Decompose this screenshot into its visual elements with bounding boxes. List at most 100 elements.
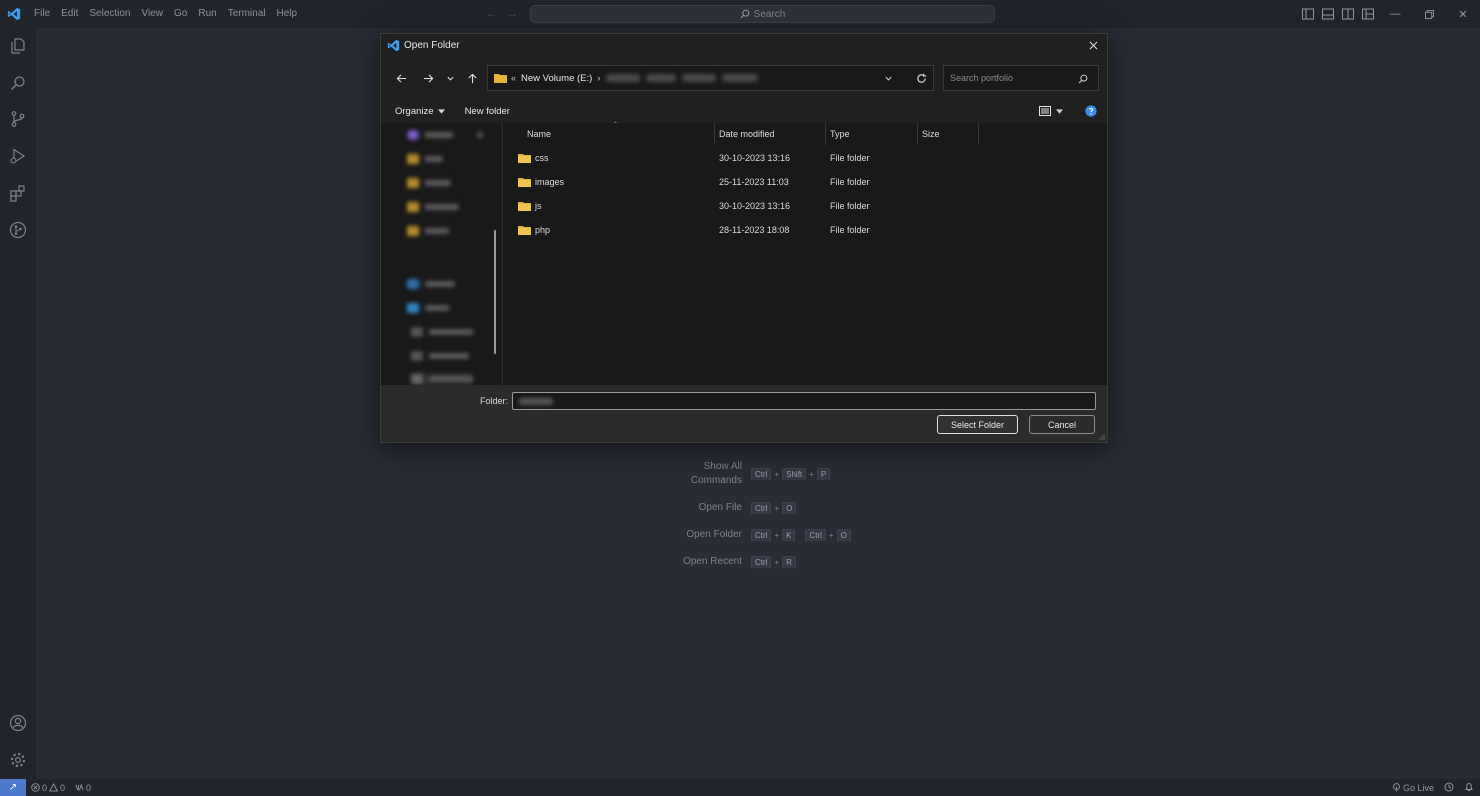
file-row[interactable]: php 28-11-2023 18:08 File folder xyxy=(503,219,1108,241)
dialog-nav-buttons xyxy=(389,66,484,90)
menu-item-go[interactable]: Go xyxy=(170,0,194,28)
column-header-type[interactable]: Type xyxy=(826,123,918,145)
shortcut-label[interactable]: Open Recent xyxy=(560,555,751,569)
restore-icon[interactable] xyxy=(1412,0,1446,28)
remote-indicator-icon[interactable]: ↗ xyxy=(0,779,26,796)
go-back-icon[interactable]: ← xyxy=(486,8,497,20)
folder-name-input[interactable] xyxy=(512,392,1096,410)
details-view-icon xyxy=(1039,106,1051,116)
nav-item[interactable] xyxy=(407,177,451,189)
search-box[interactable] xyxy=(943,65,1099,91)
toggle-secondary-sidebar-icon[interactable] xyxy=(1338,0,1358,28)
go-live-button[interactable]: Go Live xyxy=(1392,783,1434,793)
nav-item[interactable] xyxy=(411,326,473,338)
nav-item[interactable] xyxy=(407,201,459,213)
nav-item[interactable] xyxy=(407,302,449,314)
keycap: O xyxy=(782,501,797,515)
search-input[interactable] xyxy=(950,73,1070,83)
dialog-close-icon[interactable] xyxy=(1085,37,1101,53)
nav-item[interactable] xyxy=(407,278,455,290)
close-window-icon[interactable]: ✕ xyxy=(1446,0,1480,28)
refresh-icon[interactable] xyxy=(908,65,934,91)
shortcut-label[interactable]: Open Folder xyxy=(560,528,751,542)
menu-item-selection[interactable]: Selection xyxy=(85,0,137,28)
menu-item-file[interactable]: File xyxy=(30,0,57,28)
search-icon xyxy=(740,9,749,19)
run-debug-icon[interactable] xyxy=(0,138,36,174)
menu-item-help[interactable]: Help xyxy=(273,0,305,28)
help-icon[interactable] xyxy=(1085,105,1097,117)
customize-layout-icon[interactable] xyxy=(1358,0,1378,28)
key-plus: + xyxy=(774,503,780,513)
nav-item[interactable] xyxy=(407,153,443,165)
file-name: css xyxy=(535,153,549,163)
column-header-name[interactable]: Name ˆ xyxy=(503,121,715,145)
key-plus: + xyxy=(774,557,780,567)
git-graph-icon[interactable] xyxy=(0,212,36,248)
file-row[interactable]: css 30-10-2023 13:16 File folder xyxy=(503,147,1108,169)
command-center-search[interactable]: Search xyxy=(530,5,995,23)
go-forward-icon[interactable]: → xyxy=(507,8,518,20)
cancel-button[interactable]: Cancel xyxy=(1029,415,1095,434)
address-dropdown-chevron-icon[interactable] xyxy=(884,74,893,83)
file-row[interactable]: js 30-10-2023 13:16 File folder xyxy=(503,195,1108,217)
accounts-icon[interactable] xyxy=(0,705,36,741)
extensions-icon[interactable] xyxy=(0,175,36,211)
address-bar[interactable]: « New Volume (E:) › xyxy=(487,65,934,91)
organize-button[interactable]: Organize xyxy=(389,106,451,117)
navigation-pane[interactable] xyxy=(381,123,501,385)
shortcut-label[interactable]: Open File xyxy=(560,501,751,515)
toggle-panel-icon[interactable] xyxy=(1318,0,1338,28)
ports-status[interactable]: 0 xyxy=(70,783,96,793)
new-folder-button[interactable]: New folder xyxy=(459,106,516,117)
column-header-size[interactable]: Size xyxy=(918,123,979,145)
nav-item[interactable] xyxy=(407,225,449,237)
menu-item-run[interactable]: Run xyxy=(194,0,223,28)
status-right: Go Live xyxy=(1392,779,1474,796)
column-header-date[interactable]: Date modified xyxy=(715,123,826,145)
file-row[interactable]: images 25-11-2023 11:03 File folder xyxy=(503,171,1108,193)
manage-gear-icon[interactable] xyxy=(0,742,36,778)
open-folder-dialog: Open Folder « New Volume (E:) › Search p… xyxy=(380,33,1108,443)
overflow-chevron-icon[interactable]: « xyxy=(511,73,516,83)
breadcrumb-separator-icon[interactable]: › xyxy=(597,73,600,84)
warning-count: 0 xyxy=(60,782,66,793)
nav-item[interactable] xyxy=(411,373,473,385)
search-sidebar-icon[interactable] xyxy=(0,65,36,101)
forward-arrow-icon[interactable] xyxy=(416,66,440,90)
file-type: File folder xyxy=(830,177,870,187)
nav-item[interactable] xyxy=(411,350,469,362)
up-arrow-icon[interactable] xyxy=(460,66,484,90)
menu-item-view[interactable]: View xyxy=(138,0,171,28)
shortcut-label[interactable]: Show All Commands xyxy=(560,460,751,488)
notifications-bell-icon[interactable] xyxy=(1464,782,1474,794)
sort-ascending-icon: ˆ xyxy=(614,121,617,130)
toolbar-right xyxy=(1039,100,1097,122)
select-folder-button[interactable]: Select Folder xyxy=(937,415,1018,434)
minimize-icon[interactable]: — xyxy=(1378,0,1412,28)
file-list: Name ˆ Date modified Type Size css 30-10-… xyxy=(502,121,1108,385)
recent-locations-chevron-icon[interactable] xyxy=(440,66,460,90)
search-icon[interactable] xyxy=(1078,74,1088,84)
view-options-button[interactable] xyxy=(1039,106,1063,116)
file-name-cell: images xyxy=(518,171,564,193)
back-arrow-icon[interactable] xyxy=(389,66,413,90)
history-icon[interactable] xyxy=(1444,782,1454,794)
menu-item-edit[interactable]: Edit xyxy=(57,0,85,28)
address-root[interactable]: New Volume (E:) xyxy=(521,73,592,84)
nav-scrollbar[interactable] xyxy=(494,230,496,354)
toggle-primary-sidebar-icon[interactable] xyxy=(1298,0,1318,28)
keycap: Ctrl xyxy=(805,528,826,542)
resize-grip-icon[interactable] xyxy=(1099,434,1105,440)
nav-item[interactable] xyxy=(407,129,483,141)
dialog-title: Open Folder xyxy=(404,39,460,51)
keycap: K xyxy=(782,528,796,542)
source-control-icon[interactable] xyxy=(0,101,36,137)
file-date: 25-11-2023 11:03 xyxy=(719,177,789,187)
activity-bar xyxy=(0,28,36,779)
problems-status[interactable]: 0 0 xyxy=(26,783,70,793)
menu-item-terminal[interactable]: Terminal xyxy=(224,0,273,28)
shortcut-row: Open File Ctrl + O xyxy=(560,501,920,515)
explorer-icon[interactable] xyxy=(0,28,36,64)
menu-bar: File Edit Selection View Go Run Terminal Help xyxy=(30,0,304,28)
